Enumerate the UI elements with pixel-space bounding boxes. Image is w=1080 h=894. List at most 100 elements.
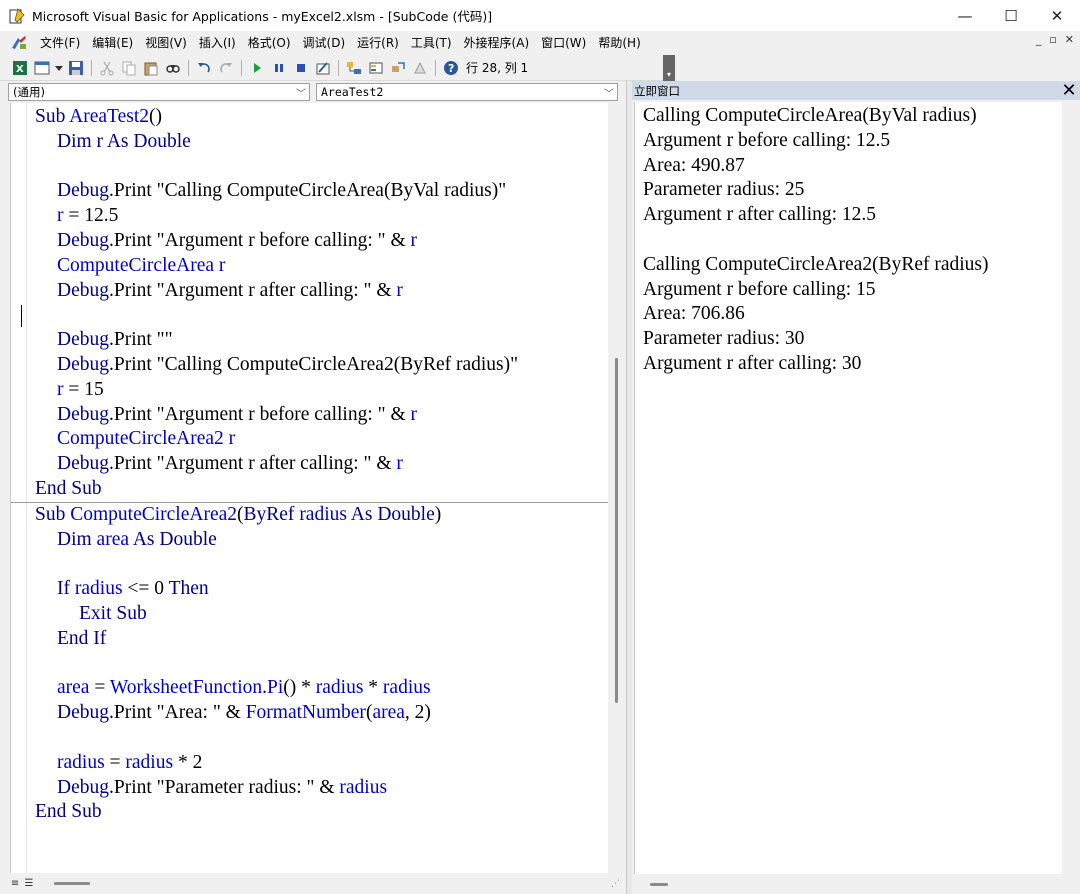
close-button[interactable]: ✕ xyxy=(1034,0,1080,31)
design-mode-icon[interactable] xyxy=(313,58,333,78)
code-line[interactable] xyxy=(35,652,605,677)
code-line[interactable] xyxy=(35,552,605,577)
full-module-view-icon[interactable]: ☰ xyxy=(22,877,36,891)
code-identifier: radius xyxy=(382,677,431,699)
minimize-button[interactable]: — xyxy=(942,0,988,31)
margin-indicator-bar[interactable] xyxy=(11,103,27,873)
code-line[interactable]: ComputeCircleArea2 r xyxy=(35,427,605,452)
menu-tools[interactable]: 工具(T) xyxy=(405,33,458,53)
code-text: , 2) xyxy=(404,702,431,724)
code-line[interactable]: End If xyxy=(35,627,605,652)
scrollbar-thumb[interactable] xyxy=(615,358,618,703)
code-line[interactable]: End Sub xyxy=(35,477,605,502)
immediate-vertical-scrollbar[interactable] xyxy=(1062,102,1080,874)
code-line[interactable]: Debug.Print "Argument r after calling: "… xyxy=(35,279,605,304)
immediate-output-line: Parameter radius: 25 xyxy=(643,179,805,201)
redo-icon[interactable] xyxy=(216,58,236,78)
procedure-combo[interactable]: AreaTest2 ﹀ xyxy=(316,83,618,101)
save-icon[interactable] xyxy=(66,58,86,78)
mdi-restore-button[interactable]: ▫ xyxy=(1049,33,1056,46)
code-keyword: Exit Sub xyxy=(79,602,147,624)
procedure-view-icon[interactable]: ≡ xyxy=(8,877,22,891)
code-line[interactable]: Debug.Print "Calling ComputeCircleArea(B… xyxy=(35,179,605,204)
code-line[interactable]: Sub ComputeCircleArea2(ByRef radius As D… xyxy=(35,503,605,528)
code-line[interactable]: Exit Sub xyxy=(35,602,605,627)
code-window: (通用) ﹀ AreaTest2 ﹀ Sub AreaTest2() Dim r … xyxy=(0,81,626,894)
menu-addins[interactable]: 外接程序(A) xyxy=(458,33,536,53)
horizontal-scrollbar-thumb[interactable] xyxy=(54,882,90,885)
horizontal-scrollbar-thumb[interactable] xyxy=(650,882,668,886)
code-line[interactable] xyxy=(35,726,605,751)
code-keyword: Debug xyxy=(57,180,109,202)
code-line[interactable]: Sub AreaTest2() xyxy=(35,105,605,130)
code-bottom-bar: ≡ ☰ ⋰ xyxy=(0,873,626,894)
menu-file[interactable]: 文件(F) xyxy=(34,33,86,53)
code-line[interactable]: r = 12.5 xyxy=(35,204,605,229)
code-line[interactable] xyxy=(21,303,605,328)
properties-icon[interactable] xyxy=(366,58,386,78)
code-line[interactable]: ComputeCircleArea r xyxy=(35,254,605,279)
cut-icon[interactable] xyxy=(97,58,117,78)
menu-run[interactable]: 运行(R) xyxy=(351,33,405,53)
code-line[interactable]: Debug.Print "Argument r before calling: … xyxy=(35,403,605,428)
chevron-down-icon[interactable]: ﹀ xyxy=(604,85,614,100)
maximize-button[interactable]: ☐ xyxy=(988,0,1034,31)
chevron-down-icon[interactable]: ﹀ xyxy=(296,85,306,100)
menu-view[interactable]: 视图(V) xyxy=(139,33,193,53)
code-line[interactable]: r = 15 xyxy=(35,378,605,403)
menu-window[interactable]: 窗口(W) xyxy=(535,33,592,53)
code-identifier: radius xyxy=(125,751,174,773)
code-line[interactable]: End Sub xyxy=(35,800,605,825)
code-text: .Print "" xyxy=(109,329,173,351)
code-identifier: r xyxy=(396,453,403,475)
find-icon[interactable] xyxy=(163,58,183,78)
code-keyword: Debug xyxy=(57,776,109,798)
code-line[interactable]: Debug.Print "Argument r before calling: … xyxy=(35,229,605,254)
code-vertical-scrollbar[interactable] xyxy=(608,103,626,873)
menu-insert[interactable]: 插入(I) xyxy=(193,33,242,53)
code-line[interactable]: If radius <= 0 Then xyxy=(35,577,605,602)
excel-icon[interactable]: X xyxy=(10,58,30,78)
code-line[interactable] xyxy=(35,155,605,180)
code-editor[interactable]: Sub AreaTest2() Dim r As Double Debug.Prin… xyxy=(10,103,608,873)
code-line[interactable]: Dim area As Double xyxy=(35,528,605,553)
code-keyword: Sub xyxy=(35,106,70,127)
mdi-minimize-button[interactable]: _ xyxy=(1036,33,1042,46)
toolbox-icon[interactable] xyxy=(410,58,430,78)
code-line[interactable]: Debug.Print "Parameter radius: " & radiu… xyxy=(35,776,605,801)
copy-icon[interactable] xyxy=(119,58,139,78)
code-line[interactable]: Debug.Print "Calling ComputeCircleArea2(… xyxy=(35,353,605,378)
code-line[interactable]: Debug.Print "Argument r after calling: "… xyxy=(35,452,605,477)
object-combo[interactable]: (通用) ﹀ xyxy=(8,83,310,101)
code-keyword: r xyxy=(96,130,107,152)
mdi-close-button[interactable]: ✕ xyxy=(1065,33,1074,46)
run-icon[interactable] xyxy=(247,58,267,78)
close-icon[interactable]: ✕ xyxy=(1060,80,1078,101)
paste-icon[interactable] xyxy=(141,58,161,78)
code-identifier: AreaTest2 xyxy=(69,106,150,127)
insert-userform-icon[interactable] xyxy=(32,58,52,78)
code-identifier: radius xyxy=(74,578,123,600)
project-explorer-icon[interactable] xyxy=(344,58,364,78)
chevron-down-icon[interactable] xyxy=(54,58,64,78)
vba-menu-icon[interactable] xyxy=(8,33,30,53)
undo-icon[interactable] xyxy=(194,58,214,78)
reset-icon[interactable] xyxy=(291,58,311,78)
code-line[interactable]: Debug.Print "" xyxy=(35,328,605,353)
code-identifier: ComputeCircleArea r xyxy=(57,254,226,276)
resize-grip-icon[interactable]: ⋰ xyxy=(611,879,620,889)
immediate-output[interactable]: Calling ComputeCircleArea(ByVal radius) A… xyxy=(634,102,1062,874)
code-line[interactable]: Dim r As Double xyxy=(35,130,605,155)
help-icon[interactable]: ? xyxy=(441,58,461,78)
menu-edit[interactable]: 编辑(E) xyxy=(86,33,139,53)
code-line[interactable]: area = WorksheetFunction.Pi() * radius *… xyxy=(35,676,605,701)
menu-format[interactable]: 格式(O) xyxy=(242,33,297,53)
menu-debug[interactable]: 调试(D) xyxy=(297,33,352,53)
menu-help[interactable]: 帮助(H) xyxy=(592,33,646,53)
toolbar-overflow-icon[interactable]: ▾ xyxy=(663,55,675,81)
break-icon[interactable] xyxy=(269,58,289,78)
code-line[interactable]: radius = radius * 2 xyxy=(35,751,605,776)
procedure-combo-value: AreaTest2 xyxy=(321,85,384,99)
code-line[interactable]: Debug.Print "Area: " & FormatNumber(area… xyxy=(35,701,605,726)
object-browser-icon[interactable] xyxy=(388,58,408,78)
